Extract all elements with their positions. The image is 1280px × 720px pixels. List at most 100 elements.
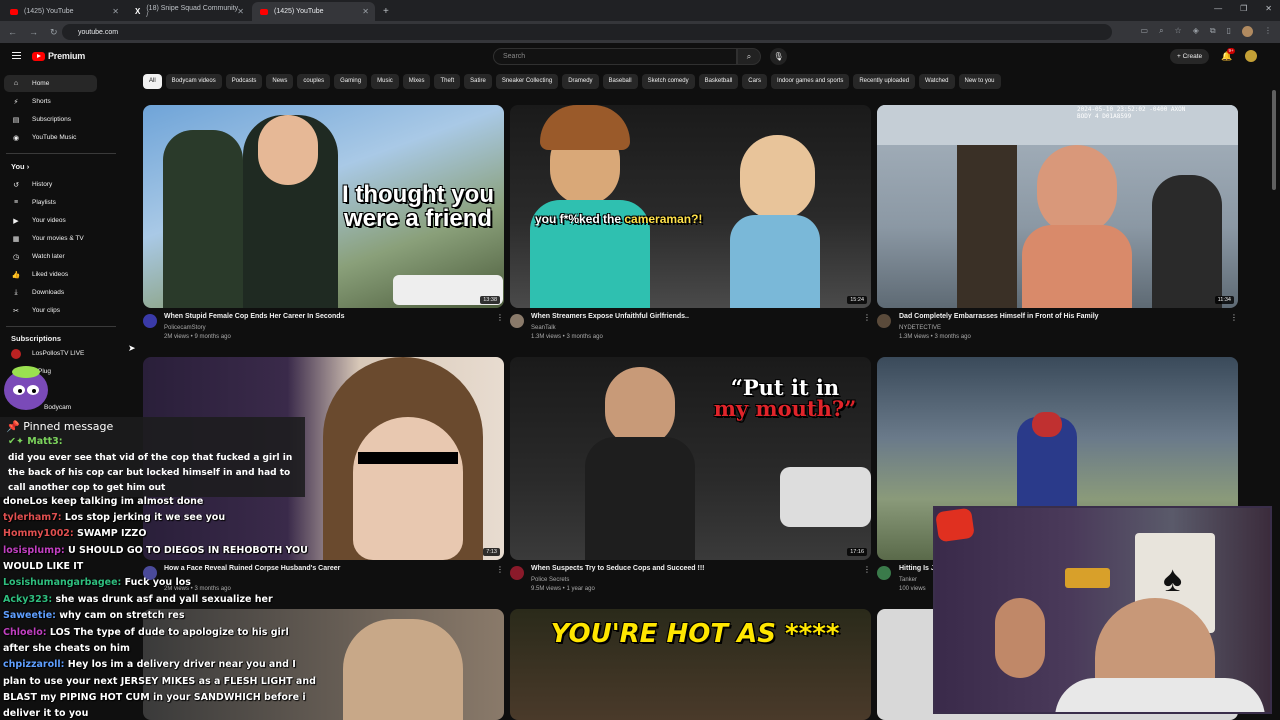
back-icon[interactable]: ←: [8, 27, 17, 38]
close-icon[interactable]: ✕: [237, 7, 244, 16]
browser-tab-1[interactable]: (1425) YouTube ✕: [2, 2, 125, 21]
close-icon[interactable]: ✕: [362, 7, 369, 16]
video-thumbnail[interactable]: YOU'RE HOT AS ****: [510, 609, 871, 720]
filter-chip[interactable]: Sneaker Collecting: [495, 74, 559, 89]
channel-name[interactable]: NYDETECTIVE: [899, 325, 941, 331]
url-field[interactable]: youtube.com: [62, 24, 1112, 40]
filter-chip[interactable]: Dramedy: [562, 74, 599, 89]
more-options-icon[interactable]: ⋮: [1230, 313, 1238, 322]
notification-count-badge: 9+: [1227, 48, 1236, 54]
sidebar-item-label: Your videos: [32, 217, 66, 224]
filter-chip[interactable]: All: [143, 74, 162, 89]
clock-icon: ◷: [12, 253, 20, 261]
video-title[interactable]: When Stupid Female Cop Ends Her Career I…: [164, 313, 344, 320]
account-avatar[interactable]: [1245, 50, 1257, 62]
filter-chip[interactable]: Podcasts: [225, 74, 263, 89]
sidepanel-icon[interactable]: ▯: [1227, 26, 1231, 37]
filter-chip[interactable]: Bodycam videos: [165, 74, 222, 89]
more-options-icon[interactable]: ⋮: [496, 313, 504, 322]
channel-name[interactable]: SeanTalk: [531, 325, 556, 331]
music-icon: ◉: [12, 134, 20, 142]
channel-avatar[interactable]: [877, 566, 891, 580]
channel-name[interactable]: Tanker: [899, 577, 917, 583]
video-title[interactable]: When Suspects Try to Seduce Cops and Suc…: [531, 565, 704, 572]
filter-chip[interactable]: Theft: [434, 74, 461, 89]
sidebar-item-your-videos[interactable]: ▶ Your videos: [4, 212, 97, 229]
video-title[interactable]: Dad Completely Embarrasses Himself in Fr…: [899, 313, 1099, 320]
video-title[interactable]: Hitting Is J: [899, 565, 935, 572]
channel-avatar[interactable]: [510, 566, 524, 580]
channel-avatar[interactable]: [877, 314, 891, 328]
close-window-icon[interactable]: ✕: [1265, 4, 1272, 13]
sidebar-item-history[interactable]: ↺ History: [4, 176, 97, 193]
video-title[interactable]: When Streamers Expose Unfaithful Girlfri…: [531, 313, 689, 320]
maximize-icon[interactable]: ❐: [1240, 4, 1247, 13]
chat-username: Chloelo:: [3, 627, 47, 638]
channel-avatar[interactable]: [510, 314, 524, 328]
neon-sign: [1065, 568, 1110, 588]
chat-username: chpizzaroll:: [3, 659, 65, 670]
channel-name[interactable]: PolicecamStory: [164, 325, 206, 331]
new-tab-icon[interactable]: +: [383, 2, 389, 21]
filter-chip[interactable]: Basketball: [698, 74, 739, 89]
forward-icon[interactable]: →: [29, 27, 38, 38]
puzzle-icon[interactable]: ⧉: [1210, 26, 1216, 37]
channel-name[interactable]: Police Secrets: [531, 577, 569, 583]
sidebar-you-heading[interactable]: You ›: [11, 162, 29, 171]
reload-icon[interactable]: ↻: [50, 27, 58, 38]
more-options-icon[interactable]: ⋮: [863, 313, 871, 322]
filter-chip[interactable]: Mixes: [402, 74, 431, 89]
cast-icon[interactable]: ▭: [1141, 26, 1149, 37]
hamburger-menu-icon[interactable]: [12, 52, 21, 61]
sidebar-item-your-clips[interactable]: ✂ Your clips: [4, 302, 97, 319]
filter-chip[interactable]: couples: [297, 74, 331, 89]
create-button[interactable]: + Create: [1170, 49, 1210, 64]
filter-chip[interactable]: Music: [371, 74, 399, 89]
menu-dots-icon[interactable]: ⋮: [1264, 26, 1272, 37]
sidebar-item-subscriptions[interactable]: ▤ Subscriptions: [4, 111, 97, 128]
sidebar-item-liked-videos[interactable]: 👍 Liked videos: [4, 266, 97, 283]
filter-chip[interactable]: Satire: [464, 74, 492, 89]
close-icon[interactable]: ✕: [112, 7, 119, 16]
video-thumbnail[interactable]: you f*%ked the cameraman?! 15:24: [510, 105, 871, 308]
extension-icon[interactable]: ◈: [1193, 26, 1199, 37]
youtube-icon: [260, 8, 268, 15]
bookmark-star-icon[interactable]: ☆: [1175, 26, 1182, 37]
sidebar-item-movies[interactable]: ▦ Your movies & TV: [4, 230, 97, 247]
sidebar-sub-lospollos[interactable]: LosPollosTV LIVE: [4, 345, 97, 362]
profile-avatar[interactable]: [1242, 26, 1253, 37]
browser-tab-3[interactable]: (1425) YouTube ✕: [252, 2, 375, 21]
browser-tab-2[interactable]: X (18) Snipe Squad Community / ✕: [127, 2, 250, 21]
pinned-text: did you ever see that vid of the cop tha…: [8, 453, 293, 493]
search-icon[interactable]: ⌕: [737, 48, 761, 65]
filter-chip[interactable]: Cars: [742, 74, 767, 89]
sidebar-item-home[interactable]: ⌂ Home: [4, 75, 97, 92]
filter-chip[interactable]: Sketch comedy: [641, 74, 695, 89]
filter-chip[interactable]: Indoor games and sports: [770, 74, 850, 89]
sidebar-item-watch-later[interactable]: ◷ Watch later: [4, 248, 97, 265]
sidebar-item-playlists[interactable]: ≡ Playlists: [4, 194, 97, 211]
zoom-icon[interactable]: ⌕: [1159, 26, 1163, 37]
video-thumbnail[interactable]: I thought you were a friend 13:38: [143, 105, 504, 308]
more-options-icon[interactable]: ⋮: [863, 565, 871, 574]
page-scrollbar[interactable]: [1272, 90, 1276, 190]
video-thumbnail[interactable]: 2024-05-10 23:52:02 -0400 AXON BODY 4 D0…: [877, 105, 1238, 308]
video-thumbnail[interactable]: “Put it in my mouth?” 17:16: [510, 357, 871, 560]
thumbnail-face: [740, 135, 815, 220]
filter-chip[interactable]: Gaming: [334, 74, 368, 89]
youtube-premium-logo[interactable]: Premium: [32, 51, 85, 61]
more-options-icon[interactable]: ⋮: [496, 565, 504, 574]
filter-chip[interactable]: Watched: [919, 74, 955, 89]
channel-avatar[interactable]: [143, 314, 157, 328]
sidebar-item-shorts[interactable]: ⚡ Shorts: [4, 93, 97, 110]
sidebar-item-downloads[interactable]: ⤓ Downloads: [4, 284, 97, 301]
filter-chip[interactable]: News: [266, 74, 294, 89]
sidebar-item-youtube-music[interactable]: ◉ YouTube Music: [4, 129, 97, 146]
minimize-icon[interactable]: —: [1214, 4, 1222, 13]
filter-chip[interactable]: Baseball: [602, 74, 638, 89]
search-input[interactable]: Search: [493, 48, 737, 65]
filter-chip[interactable]: Recently uploaded: [853, 74, 916, 89]
filter-chip[interactable]: New to you: [958, 74, 1001, 89]
microphone-icon[interactable]: 🎙: [770, 48, 787, 65]
tab-title: (1425) YouTube: [24, 8, 74, 15]
